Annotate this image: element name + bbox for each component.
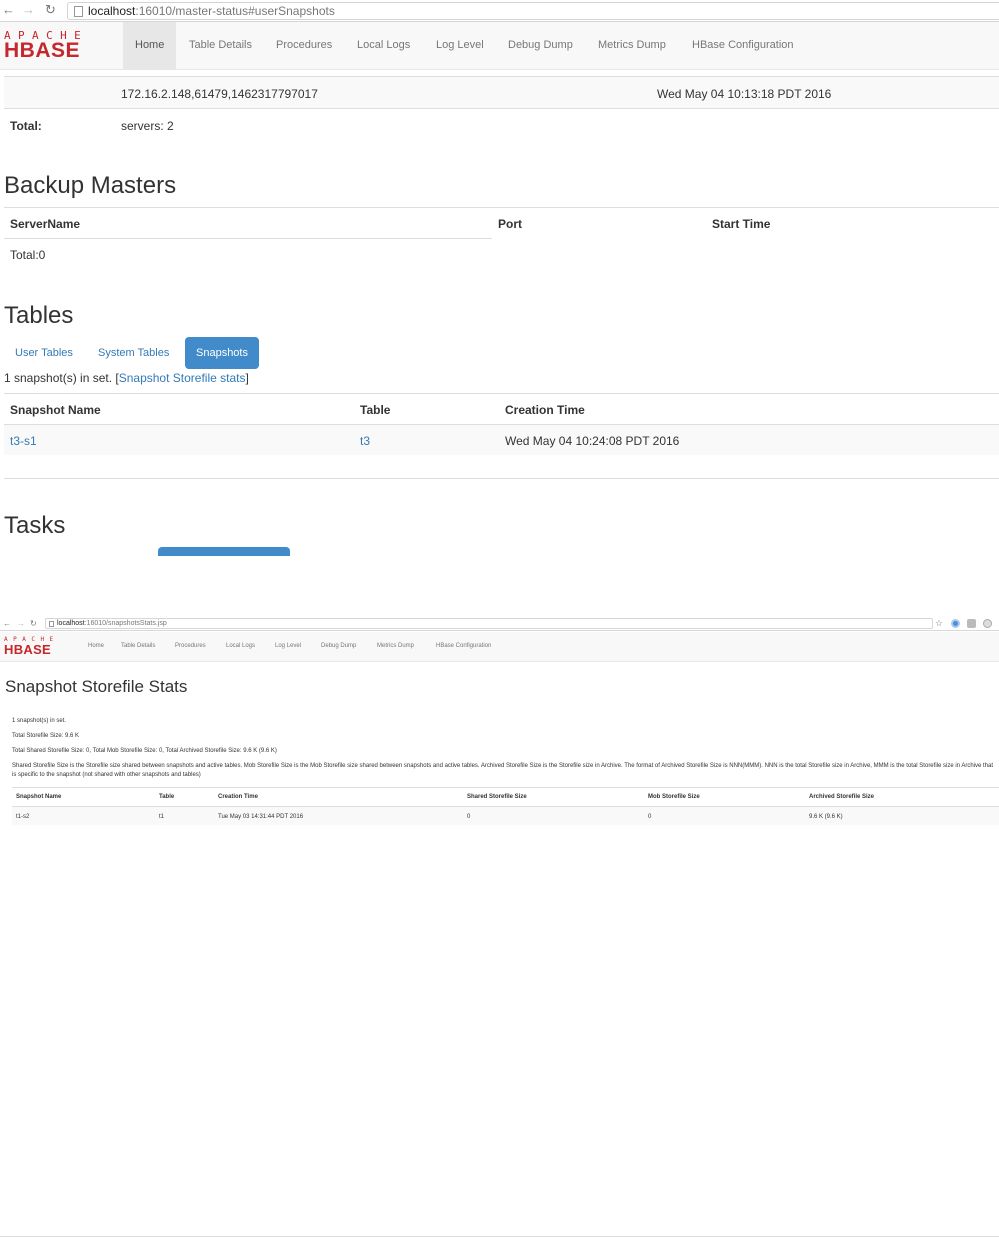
column-header-snapshot-name: Snapshot Name — [10, 403, 101, 417]
divider — [0, 1236, 999, 1237]
hbase-logo[interactable]: APACHE HBASE — [4, 636, 59, 656]
snapshot-table-link[interactable]: t3 — [360, 433, 370, 449]
snapshot-count: 1 snapshot(s) in set. — [12, 718, 67, 724]
server-start-time: Wed May 04 10:13:18 PDT 2016 — [657, 87, 832, 101]
divider — [4, 108, 999, 109]
nav-debug-dump[interactable]: Debug Dump — [317, 632, 360, 661]
nav-metrics-dump[interactable]: Metrics Dump — [586, 22, 678, 69]
nav-procedures[interactable]: Procedures — [264, 22, 344, 69]
extension-icon[interactable] — [951, 619, 960, 628]
divider — [4, 207, 999, 208]
column-header-table: Table — [159, 794, 175, 800]
menu-icon[interactable] — [983, 619, 992, 628]
column-header-creation-time: Creation Time — [218, 794, 258, 800]
snapshot-name-link[interactable]: t1-s2 — [16, 813, 29, 821]
mob-storefile-size-value: 0 — [648, 814, 652, 820]
column-header-shared-storefile-size: Shared Storefile Size — [467, 794, 527, 800]
snapshot-storefile-stats-link[interactable]: Snapshot Storefile stats — [119, 371, 246, 385]
nav-log-level[interactable]: Log Level — [424, 22, 496, 69]
snapshot-table-link[interactable]: t1 — [159, 813, 164, 821]
logo-hbase-text: HBASE — [4, 642, 52, 657]
page-title: Snapshot Storefile Stats — [5, 677, 188, 696]
shared-storefile-size-value: 0 — [467, 814, 471, 820]
nav-local-logs[interactable]: Local Logs — [222, 632, 259, 661]
backup-masters-heading: Backup Masters — [4, 172, 177, 199]
storefile-size-description: Shared Storefile Size is the Storefile s… — [12, 763, 994, 778]
nav-log-level[interactable]: Log Level — [271, 632, 305, 661]
tasks-heading: Tasks — [4, 512, 66, 539]
snapshot-creation-time: Wed May 04 10:24:08 PDT 2016 — [505, 434, 680, 448]
back-arrow-icon[interactable]: ← — [2, 2, 15, 18]
nav-procedures[interactable]: Procedures — [171, 632, 210, 661]
page-icon — [74, 6, 83, 17]
server-name[interactable]: 172.16.2.148,61479,1462317797017 — [121, 86, 318, 102]
total-servers-value: servers: 2 — [121, 119, 174, 133]
nav-debug-dump[interactable]: Debug Dump — [496, 22, 585, 69]
address-text: localhost:16010/master-status#userSnapsh… — [88, 4, 335, 19]
browser-toolbar: ← → ↻ localhost:16010/master-status#user… — [0, 0, 999, 22]
nav-home[interactable]: Home — [123, 22, 177, 69]
browser-toolbar: ← → ↻ localhost:16010/snapshotsStats.jsp… — [0, 617, 999, 631]
back-arrow-icon[interactable]: ← — [3, 617, 11, 630]
total-label: Total: — [10, 119, 42, 133]
tab-system-tables[interactable]: System Tables — [87, 337, 180, 369]
nav-hbase-configuration[interactable]: HBase Configuration — [432, 632, 495, 661]
tab-snapshots[interactable]: Snapshots — [185, 337, 259, 369]
tasks-filter-button[interactable] — [158, 547, 290, 556]
snapshot-name-link[interactable]: t3-s1 — [10, 433, 37, 449]
reload-icon[interactable]: ↻ — [45, 2, 56, 18]
divider — [12, 787, 999, 788]
column-header-archived-storefile-size: Archived Storefile Size — [809, 794, 875, 800]
summary-suffix: ] — [245, 371, 249, 385]
url-path: :16010/master-status#userSnapshots — [135, 4, 335, 18]
divider — [4, 478, 999, 479]
snapshot-creation-time: Tue May 03 14:31:44 PDT 2016 — [218, 814, 304, 820]
forward-arrow-icon[interactable]: → — [22, 2, 35, 18]
column-header-start-time: Start Time — [712, 217, 771, 231]
column-header-port: Port — [498, 217, 522, 231]
page-icon — [49, 621, 54, 627]
tables-heading: Tables — [4, 302, 74, 329]
divider — [4, 393, 999, 394]
column-header-creation-time: Creation Time — [505, 403, 585, 417]
master-status-screenshot: ← → ↻ localhost:16010/master-status#user… — [0, 0, 999, 617]
extension-icon[interactable] — [967, 619, 976, 628]
nav-table-details[interactable]: Table Details — [177, 22, 264, 69]
reload-icon[interactable]: ↻ — [30, 617, 37, 630]
url-path: :16010/snapshotsStats.jsp — [84, 620, 167, 627]
nav-table-details[interactable]: Table Details — [117, 632, 159, 661]
url-host: localhost — [88, 4, 136, 18]
address-text: localhost:16010/snapshotsStats.jsp — [57, 619, 167, 629]
url-host: localhost — [57, 620, 85, 627]
navbar: APACHE HBASE Home Table Details Procedur… — [0, 632, 999, 662]
hbase-logo[interactable]: APACHE HBASE — [4, 30, 114, 62]
bookmark-star-icon[interactable]: ☆ — [935, 617, 943, 630]
storefile-size-breakdown: Total Shared Storefile Size: 0, Total Mo… — [12, 748, 277, 754]
table-row — [4, 425, 999, 455]
summary-prefix: 1 snapshot(s) in set. [ — [4, 371, 119, 385]
navbar: APACHE HBASE Home Table Details Procedur… — [0, 22, 999, 70]
forward-arrow-icon[interactable]: → — [17, 617, 25, 630]
backup-masters-total: Total:0 — [10, 248, 46, 262]
nav-hbase-configuration[interactable]: HBase Configuration — [680, 22, 806, 69]
archived-storefile-size-value: 9.6 K (9.6 K) — [809, 814, 843, 820]
divider — [4, 238, 492, 239]
logo-hbase-text: HBASE — [4, 39, 81, 62]
column-header-mob-storefile-size: Mob Storefile Size — [648, 794, 700, 800]
address-bar[interactable]: localhost:16010/master-status#userSnapsh… — [67, 2, 999, 20]
snapshot-summary: 1 snapshot(s) in set. [Snapshot Storefil… — [4, 370, 249, 386]
nav-metrics-dump[interactable]: Metrics Dump — [373, 632, 418, 661]
address-bar[interactable]: localhost:16010/snapshotsStats.jsp — [45, 618, 933, 629]
column-header-snapshot-name: Snapshot Name — [16, 794, 62, 800]
nav-home[interactable]: Home — [84, 632, 108, 661]
column-header-table: Table — [360, 403, 391, 417]
column-header-servername: ServerName — [10, 217, 81, 231]
nav-local-logs[interactable]: Local Logs — [345, 22, 422, 69]
tab-user-tables[interactable]: User Tables — [4, 337, 84, 369]
snapshot-stats-screenshot: ← → ↻ localhost:16010/snapshotsStats.jsp… — [0, 617, 999, 1238]
total-storefile-size: Total Storefile Size: 9.6 K — [12, 733, 80, 739]
